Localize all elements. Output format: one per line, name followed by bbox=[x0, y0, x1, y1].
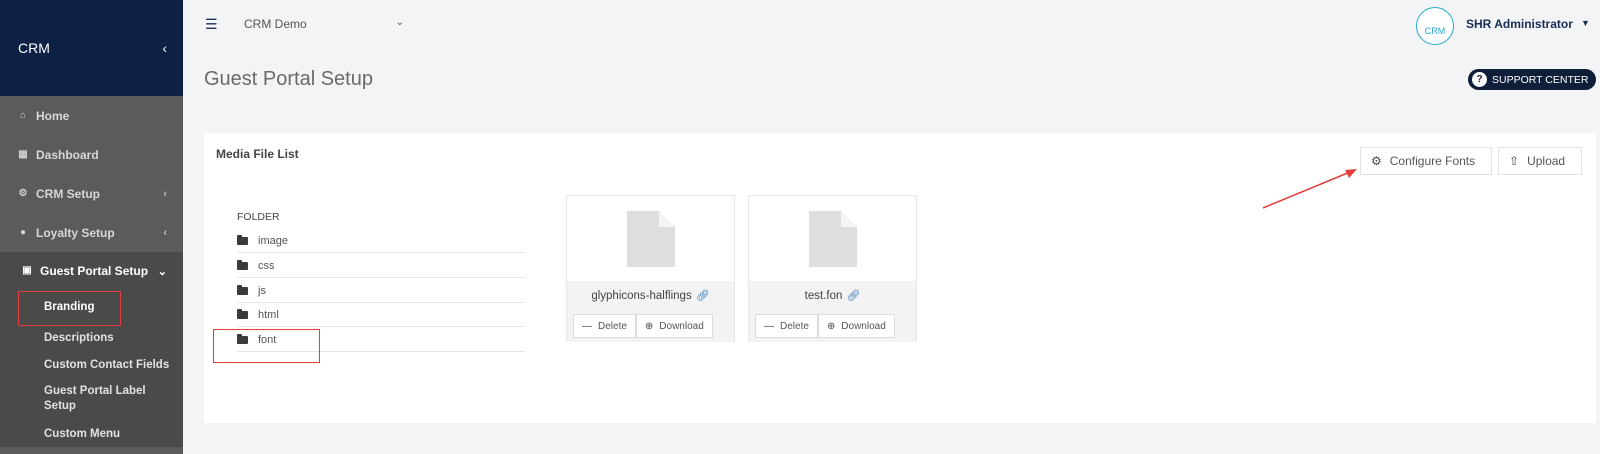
folder-header: FOLDER bbox=[237, 211, 280, 223]
media-file-panel: Media File List ⚙ Configure Fonts ⇧ Uplo… bbox=[204, 133, 1596, 423]
sidebar-subitem-label: Branding bbox=[44, 301, 95, 313]
sidebar-item-label: Guest Portal Setup bbox=[40, 264, 149, 278]
delete-button[interactable]: — Delete bbox=[755, 314, 818, 338]
page-title: Guest Portal Setup bbox=[204, 68, 373, 90]
topbar: ☰ CRM Demo ⌄ CRM SHR Administrator ▼ bbox=[183, 0, 1600, 48]
avatar[interactable]: CRM bbox=[1416, 7, 1454, 45]
file-thumbnail bbox=[749, 196, 916, 281]
app-select-value: CRM Demo bbox=[244, 17, 307, 31]
chevron-left-icon: ‹ bbox=[163, 187, 167, 200]
folder-item[interactable]: js bbox=[237, 279, 525, 303]
file-card[interactable]: glyphicons-halflings 🔗︎ — Delete ⊕ Downl… bbox=[566, 195, 735, 342]
folder-label: css bbox=[258, 259, 275, 272]
link-icon[interactable]: 🔗︎ bbox=[846, 289, 860, 302]
file-thumbnail bbox=[567, 196, 734, 281]
file-actions: — Delete ⊕ Download bbox=[749, 310, 916, 342]
sidebar-subitem-descriptions[interactable]: Descriptions bbox=[0, 324, 183, 351]
sidebar-item-label: CRM Setup bbox=[36, 186, 100, 201]
upload-icon: ⇧ bbox=[1509, 154, 1520, 168]
chevron-left-icon[interactable]: ‹ bbox=[162, 40, 167, 56]
sidebar-item-dashboard[interactable]: ▦ Dashboard bbox=[0, 135, 183, 174]
delete-label: Delete bbox=[780, 320, 809, 332]
home-icon: ⌂ bbox=[19, 109, 27, 121]
sidebar-item-label: Loyalty Setup bbox=[36, 225, 115, 240]
file-icon bbox=[808, 210, 857, 267]
file-name-row: test.fon 🔗︎ bbox=[749, 281, 916, 310]
file-actions: — Delete ⊕ Download bbox=[567, 310, 734, 342]
folder-label: image bbox=[258, 234, 288, 247]
file-icon bbox=[626, 210, 675, 267]
file-name: glyphicons-halflings bbox=[591, 289, 692, 302]
sidebar-subitem-custom-menu[interactable]: Custom Menu bbox=[0, 420, 183, 447]
sidebar: CRM ‹ ⌂ Home ▦ Dashboard ⚙ CRM Setup ‹ ●… bbox=[0, 0, 183, 454]
gear-icon: ⚙ bbox=[1371, 154, 1382, 168]
download-icon: ⊕ bbox=[826, 320, 836, 332]
file-name: test.fon bbox=[804, 289, 843, 302]
user-icon: ● bbox=[19, 226, 27, 238]
brand-title: CRM bbox=[18, 40, 50, 56]
minus-icon: — bbox=[764, 320, 774, 332]
link-icon[interactable]: 🔗︎ bbox=[696, 289, 710, 302]
file-name-row: glyphicons-halflings 🔗︎ bbox=[567, 281, 734, 310]
app-select[interactable]: CRM Demo ⌄ bbox=[244, 17, 404, 31]
sidebar-item-loyalty-setup[interactable]: ● Loyalty Setup ‹ bbox=[0, 213, 183, 252]
folder-item[interactable]: image bbox=[237, 229, 525, 253]
folder-icon bbox=[237, 284, 248, 295]
file-card[interactable]: test.fon 🔗︎ — Delete ⊕ Download bbox=[748, 195, 917, 342]
sidebar-subitem-label: Descriptions bbox=[44, 331, 114, 344]
briefcase-icon: ▣ bbox=[22, 265, 32, 276]
sidebar-subitem-custom-contact-fields[interactable]: Custom Contact Fields bbox=[0, 351, 183, 378]
annotation-highlight-box bbox=[213, 329, 320, 363]
folder-label: js bbox=[258, 284, 266, 297]
sidebar-subitem-branding[interactable]: Branding bbox=[0, 290, 183, 326]
sidebar-item-home[interactable]: ⌂ Home bbox=[0, 96, 183, 135]
hamburger-icon[interactable]: ☰ bbox=[205, 16, 218, 33]
sidebar-submenu: Branding Descriptions Custom Contact Fie… bbox=[0, 290, 183, 447]
avatar-text: CRM bbox=[1424, 26, 1446, 36]
sidebar-item-label: Home bbox=[36, 108, 70, 123]
support-center-label: SUPPORT CENTER bbox=[1492, 73, 1589, 86]
download-button[interactable]: ⊕ Download bbox=[817, 314, 895, 338]
sidebar-item-label: Dashboard bbox=[36, 147, 99, 162]
folder-icon bbox=[237, 234, 248, 245]
folder-icon bbox=[237, 308, 248, 319]
configure-fonts-label: Configure Fonts bbox=[1389, 154, 1476, 168]
sidebar-subitem-label: Guest Portal Label Setup bbox=[44, 385, 146, 412]
sidebar-item-crm-setup[interactable]: ⚙ CRM Setup ‹ bbox=[0, 174, 183, 213]
gear-icon: ⚙ bbox=[18, 187, 28, 199]
sidebar-subitem-label: Custom Contact Fields bbox=[44, 358, 170, 371]
download-label: Download bbox=[659, 320, 704, 332]
delete-label: Delete bbox=[598, 320, 627, 332]
minus-icon: — bbox=[582, 320, 592, 332]
sidebar-subitem-guest-portal-label-setup[interactable]: Guest Portal Label Setup bbox=[0, 378, 183, 420]
chevron-left-icon: ‹ bbox=[163, 226, 167, 239]
download-icon: ⊕ bbox=[644, 320, 654, 332]
caret-down-icon[interactable]: ▼ bbox=[1581, 18, 1590, 28]
folder-item[interactable]: html bbox=[237, 303, 525, 327]
sidebar-brand: CRM ‹ bbox=[0, 0, 183, 96]
chevron-down-icon: ⌄ bbox=[157, 265, 167, 278]
sidebar-subitem-label: Custom Menu bbox=[44, 427, 121, 440]
folder-label: html bbox=[258, 308, 279, 321]
dashboard-icon: ▦ bbox=[18, 148, 28, 160]
download-label: Download bbox=[841, 320, 886, 332]
panel-title: Media File List bbox=[216, 147, 299, 161]
help-icon: ? bbox=[1472, 72, 1487, 87]
delete-button[interactable]: — Delete bbox=[573, 314, 636, 338]
chevron-down-icon: ⌄ bbox=[395, 17, 404, 28]
folder-icon bbox=[237, 259, 248, 270]
sidebar-item-guest-portal-setup[interactable]: ▣ Guest Portal Setup ⌄ bbox=[0, 252, 183, 290]
upload-button[interactable]: ⇧ Upload bbox=[1498, 147, 1582, 175]
configure-fonts-button[interactable]: ⚙ Configure Fonts bbox=[1360, 147, 1492, 175]
support-center-button[interactable]: ? SUPPORT CENTER bbox=[1468, 69, 1596, 90]
folder-item[interactable]: css bbox=[237, 254, 525, 278]
user-name[interactable]: SHR Administrator bbox=[1466, 17, 1573, 31]
upload-label: Upload bbox=[1527, 154, 1566, 168]
download-button[interactable]: ⊕ Download bbox=[635, 314, 713, 338]
